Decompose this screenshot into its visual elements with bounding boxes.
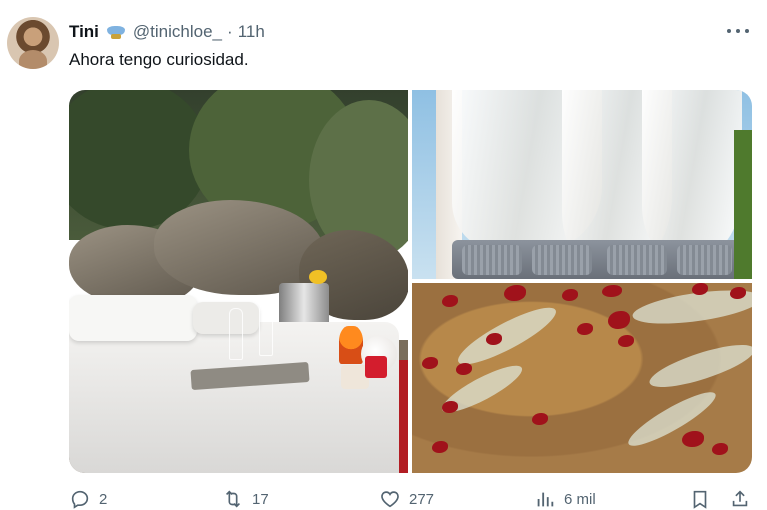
views-count: 6 mil <box>564 490 596 508</box>
trophy-emoji-icon <box>105 24 127 40</box>
tweet-header: Tini @tinichloe_ · 11h <box>69 21 265 43</box>
bookmark-action[interactable] <box>689 488 711 510</box>
heart-icon <box>381 491 399 508</box>
tweet-timestamp[interactable]: 11h <box>238 22 265 42</box>
author-avatar[interactable] <box>7 17 59 69</box>
reply-count: 2 <box>99 490 108 508</box>
retweet-count: 17 <box>252 490 269 508</box>
like-action[interactable]: 277 <box>379 488 434 510</box>
author-name[interactable]: Tini <box>69 22 99 42</box>
retweet-action[interactable]: 17 <box>222 488 269 510</box>
reply-action[interactable]: 2 <box>69 488 107 510</box>
media-photo-sand-petals[interactable] <box>412 283 752 473</box>
share-action[interactable] <box>729 488 751 510</box>
reply-icon <box>71 490 89 509</box>
share-icon <box>732 490 748 507</box>
bookmark-icon <box>693 490 707 509</box>
author-handle[interactable]: @tinichloe_ <box>133 22 222 42</box>
tweet-card[interactable]: Tini @tinichloe_ · 11h Ahora tengo curio… <box>0 0 767 510</box>
more-options-icon[interactable] <box>727 22 749 40</box>
media-photo-bed-outdoors[interactable] <box>69 90 408 473</box>
views-chart-icon <box>537 492 554 507</box>
tweet-text: Ahora tengo curiosidad. <box>69 50 249 69</box>
like-count: 277 <box>409 490 435 508</box>
views-action[interactable]: 6 mil <box>534 488 596 510</box>
retweet-icon <box>225 490 241 508</box>
media-grid <box>69 90 752 473</box>
header-separator: · <box>227 22 233 41</box>
tweet-actions: 2 17 277 6 mil <box>69 488 759 510</box>
media-photo-curtains[interactable] <box>412 90 752 279</box>
